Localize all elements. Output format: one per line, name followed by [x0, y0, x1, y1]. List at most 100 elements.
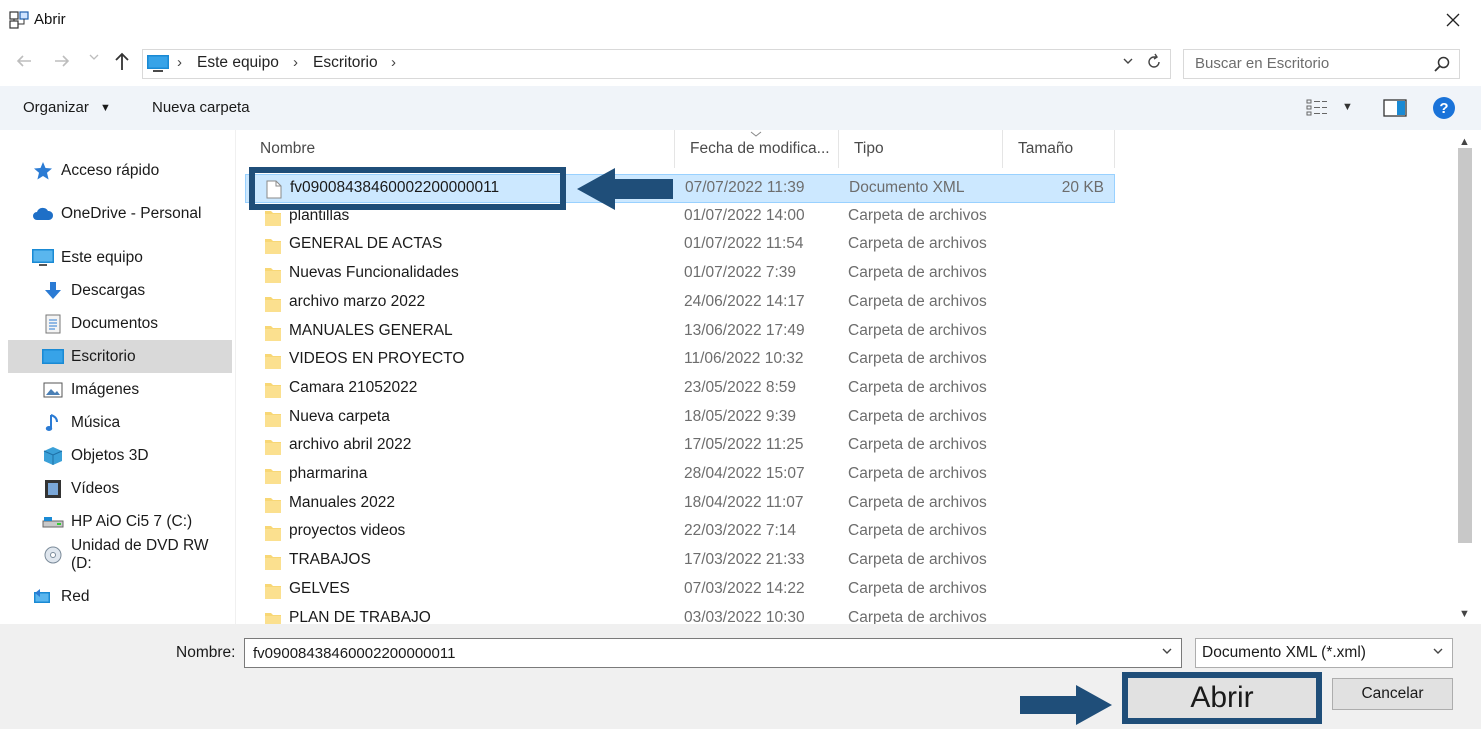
- sidebar-item-onedrive[interactable]: OneDrive - Personal: [8, 197, 232, 230]
- folder-row[interactable]: Manuales 2022 18/04/2022 11:07 Carpeta de …: [245, 490, 1115, 519]
- file-type: Carpeta de archivos: [848, 551, 987, 569]
- organize-button[interactable]: Organizar: [23, 99, 89, 116]
- file-date: 23/05/2022 8:59: [684, 378, 797, 396]
- file-date: 01/07/2022 14:00: [684, 206, 805, 224]
- folder-row[interactable]: MANUALES GENERAL 13/06/2022 17:49 Carpeta …: [245, 318, 1115, 347]
- file-type-select[interactable]: Documento XML (*.xml): [1195, 638, 1453, 668]
- refresh-button[interactable]: [1146, 53, 1162, 76]
- sidebar-item-this-pc[interactable]: Este equipo: [8, 241, 232, 274]
- file-type: Carpeta de archivos: [848, 378, 987, 396]
- file-date: 22/03/2022 7:14: [684, 522, 797, 540]
- recent-locations-button[interactable]: [89, 52, 103, 76]
- chevron-down-icon[interactable]: [1432, 645, 1444, 660]
- download-icon: [42, 281, 64, 301]
- caret-down-icon[interactable]: ▼: [100, 102, 111, 114]
- folder-row[interactable]: Nuevas Funcionalidades 01/07/2022 7:39 Car…: [245, 260, 1115, 289]
- sidebar-item-network[interactable]: Red: [8, 580, 232, 613]
- scroll-thumb[interactable]: [1458, 148, 1472, 543]
- breadcrumb-separator[interactable]: ›: [293, 54, 298, 71]
- breadcrumb-escritorio[interactable]: Escritorio: [313, 54, 378, 72]
- sidebar-item-videos[interactable]: Vídeos: [8, 472, 232, 505]
- open-button[interactable]: Abrir: [1122, 672, 1322, 724]
- scroll-up-icon[interactable]: ▲: [1459, 136, 1470, 148]
- file-date: 17/05/2022 11:25: [684, 436, 804, 454]
- sidebar-item-label: Red: [61, 587, 90, 605]
- search-box[interactable]: Buscar en Escritorio: [1183, 49, 1460, 79]
- address-dropdown-button[interactable]: [1122, 54, 1134, 70]
- address-bar[interactable]: › Este equipo › Escritorio ›: [142, 49, 1171, 79]
- help-icon[interactable]: ?: [1433, 97, 1455, 119]
- sidebar-item-label: Unidad de DVD RW (D:: [71, 536, 209, 572]
- column-header-name[interactable]: Nombre: [245, 130, 675, 168]
- sidebar-item-label: OneDrive - Personal: [61, 204, 202, 222]
- video-icon: [42, 479, 64, 499]
- file-name: MANUALES GENERAL: [289, 321, 453, 339]
- sidebar-item-desktop[interactable]: Escritorio: [8, 340, 232, 373]
- file-type: Carpeta de archivos: [848, 436, 987, 454]
- sidebar-item-3d-objects[interactable]: Objetos 3D: [8, 439, 232, 472]
- back-button[interactable]: [14, 51, 38, 75]
- sidebar-item-label: Este equipo: [61, 248, 143, 266]
- folder-row[interactable]: TRABAJOS 17/03/2022 21:33 Carpeta de archi…: [245, 547, 1115, 576]
- breadcrumb-separator[interactable]: ›: [177, 54, 182, 71]
- column-header-size[interactable]: Tamaño: [1003, 130, 1115, 168]
- breadcrumb-este-equipo[interactable]: Este equipo: [197, 54, 279, 72]
- close-button[interactable]: [1425, 0, 1481, 40]
- folder-row[interactable]: pharmarina 28/04/2022 15:07 Carpeta de arc…: [245, 461, 1115, 490]
- cloud-icon: [32, 204, 54, 224]
- file-date: 07/07/2022 11:39: [685, 179, 805, 196]
- computer-icon: [147, 55, 169, 72]
- new-folder-button[interactable]: Nueva carpeta: [152, 99, 250, 116]
- sidebar-item-quick-access[interactable]: Acceso rápido: [8, 154, 232, 187]
- view-options-dropdown[interactable]: ▼: [1342, 101, 1353, 113]
- forward-button[interactable]: [52, 51, 76, 75]
- vertical-scrollbar[interactable]: ▲ ▼: [1456, 130, 1474, 624]
- folder-icon: [265, 354, 281, 370]
- file-type: Carpeta de archivos: [848, 407, 987, 425]
- sidebar-item-drive-c[interactable]: HP AiO Ci5 7 (C:): [8, 505, 232, 538]
- sidebar-item-documents[interactable]: Documentos: [8, 307, 232, 340]
- folder-row[interactable]: archivo marzo 2022 24/06/2022 14:17 Carpet…: [245, 289, 1115, 318]
- sidebar-item-downloads[interactable]: Descargas: [8, 274, 232, 307]
- file-name: Manuales 2022: [289, 493, 395, 511]
- file-date: 18/05/2022 9:39: [684, 407, 797, 425]
- sidebar-item-music[interactable]: Música: [8, 406, 232, 439]
- sidebar-item-label: Escritorio: [71, 347, 136, 365]
- cancel-button[interactable]: Cancelar: [1332, 678, 1453, 710]
- column-header-date[interactable]: Fecha de modifica...: [675, 130, 839, 168]
- folder-row[interactable]: archivo abril 2022 17/05/2022 11:25 Carpet…: [245, 432, 1115, 461]
- folder-row[interactable]: VIDEOS EN PROYECTO 11/06/2022 10:32 Carpet…: [245, 346, 1115, 375]
- column-header-type[interactable]: Tipo: [839, 130, 1003, 168]
- up-button[interactable]: [112, 50, 136, 76]
- view-options-icon[interactable]: [1306, 99, 1328, 117]
- folder-row[interactable]: PLAN DE TRABAJO 03/03/2022 10:30 Carpeta d…: [245, 605, 1115, 624]
- file-size: 20 KB: [1061, 179, 1104, 196]
- document-icon: [42, 314, 64, 334]
- cube-icon: [42, 446, 64, 466]
- file-date: 11/06/2022 10:32: [684, 350, 804, 368]
- file-type: Documento XML: [849, 179, 965, 196]
- sidebar-item-dvd[interactable]: Unidad de DVD RW (D:: [8, 536, 232, 572]
- bottom-pane: Nombre: Documento XML (*.xml) Abrir Canc…: [0, 624, 1481, 729]
- preview-pane-icon[interactable]: [1383, 99, 1407, 117]
- chevron-down-icon[interactable]: [1161, 645, 1173, 660]
- refresh-icon: [1148, 53, 1160, 68]
- folder-row[interactable]: GELVES 07/03/2022 14:22 Carpeta de archivo…: [245, 576, 1115, 605]
- file-name-field[interactable]: [244, 638, 1182, 668]
- folder-row[interactable]: proyectos videos 22/03/2022 7:14 Carpeta d…: [245, 518, 1115, 547]
- folder-row[interactable]: Camara 21052022 23/05/2022 8:59 Carpeta de…: [245, 375, 1115, 404]
- file-name: pharmarina: [289, 465, 368, 482]
- breadcrumb-separator[interactable]: ›: [391, 54, 396, 71]
- folder-row[interactable]: Nueva carpeta 18/05/2022 9:39 Carpeta de a…: [245, 404, 1115, 433]
- search-icon[interactable]: [1433, 55, 1451, 73]
- file-name: TRABAJOS: [289, 551, 371, 569]
- folder-row[interactable]: GENERAL DE ACTAS 01/07/2022 11:54 Carpeta …: [245, 231, 1115, 260]
- sidebar-item-pictures[interactable]: Imágenes: [8, 373, 232, 406]
- search-placeholder[interactable]: Buscar en Escritorio: [1195, 55, 1329, 72]
- file-name-input[interactable]: [245, 639, 1145, 667]
- network-icon: [32, 587, 54, 607]
- sidebar-item-label: Objetos 3D: [71, 446, 149, 464]
- file-type: Carpeta de archivos: [848, 321, 987, 339]
- file-name: GENERAL DE ACTAS: [289, 235, 443, 253]
- scroll-down-icon[interactable]: ▼: [1459, 608, 1470, 620]
